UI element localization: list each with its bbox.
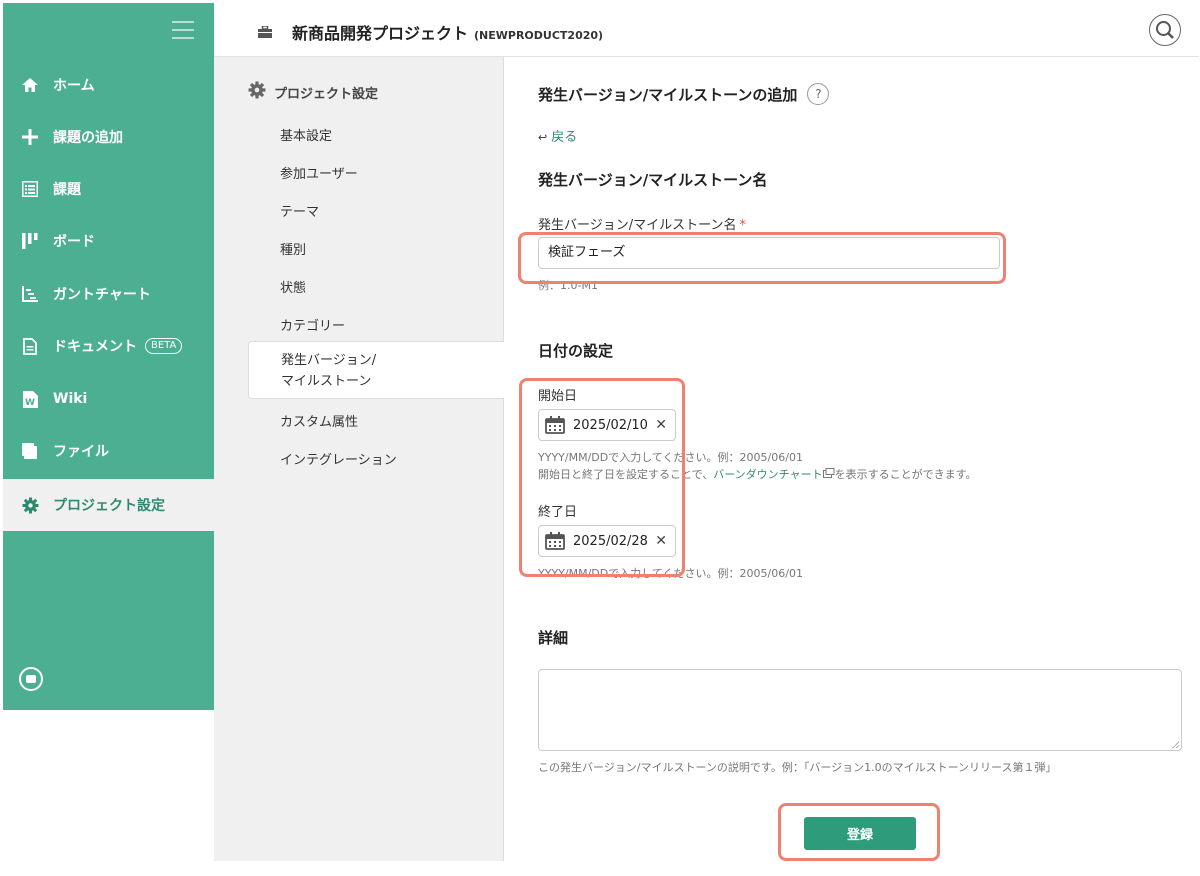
main-form: 発生バージョン/マイルストーンの追加 ? ↩ 戻る 発生バージョン/マイルストーン… <box>504 57 1199 861</box>
submenu-item-users[interactable]: 参加ユーザー <box>280 163 358 182</box>
project-title: 新商品開発プロジェクト (NEWPRODUCT2020) <box>292 20 603 44</box>
detail-textarea[interactable] <box>538 669 1182 751</box>
milestone-name-input[interactable]: 検証フェーズ <box>538 237 1000 269</box>
burndown-hint-post: を表示することができます。 <box>834 468 977 481</box>
nav-item-home[interactable]: ホーム <box>3 59 214 111</box>
nav-item-board[interactable]: ボード <box>3 215 214 267</box>
submenu-item-milestone-line2: マイルストーン <box>281 374 372 389</box>
detail-hint: この発生バージョン/マイルストーンの説明です。例：「バージョン1.0のマイルスト… <box>538 761 1057 774</box>
submenu-item-category[interactable]: カテゴリー <box>280 315 345 334</box>
submenu-item-theme[interactable]: テーマ <box>280 201 319 220</box>
nav-item-label: ファイル <box>53 444 109 460</box>
briefcase-icon <box>258 23 272 38</box>
project-key: (NEWPRODUCT2020) <box>474 29 604 42</box>
nav-item-gantt[interactable]: ガントチャート <box>3 268 214 320</box>
register-button[interactable]: 登録 <box>804 817 916 850</box>
name-hint: 例：1.0-M1 <box>538 279 598 292</box>
end-date-label: 終了日 <box>538 505 578 520</box>
submenu-item-integration[interactable]: インテグレーション <box>280 449 397 468</box>
start-date-input[interactable]: 2025/02/10 ✕ <box>538 409 676 441</box>
calendar-icon <box>545 532 565 550</box>
hamburger-menu-icon[interactable] <box>172 21 194 39</box>
clear-end-date-icon[interactable]: ✕ <box>655 533 667 549</box>
left-nav: ホーム 課題の追加 課題 ボード ガントチャート ドキュメント BETA W W… <box>3 3 214 710</box>
submenu-item-basic[interactable]: 基本設定 <box>280 125 332 144</box>
required-mark: * <box>739 218 746 233</box>
nav-item-label: ボード <box>53 234 95 250</box>
burndown-chart-link[interactable]: バーンダウンチャート <box>713 468 822 481</box>
chat-icon[interactable] <box>19 667 43 691</box>
start-date-hint: YYYY/MM/DDで入力してください。例：2005/06/01 <box>538 451 803 464</box>
nav-item-label: ドキュメント <box>53 339 137 355</box>
gantt-icon <box>20 284 40 304</box>
help-icon[interactable]: ? <box>807 83 830 105</box>
nav-item-label: Wiki <box>53 391 88 407</box>
gear-icon <box>20 495 40 515</box>
header: 新商品開発プロジェクト (NEWPRODUCT2020) <box>214 3 1199 57</box>
settings-submenu: プロジェクト設定 基本設定 参加ユーザー テーマ 種別 状態 カテゴリー 発生バ… <box>214 57 505 861</box>
name-section-heading: 発生バージョン/マイルストーン名 <box>538 171 768 189</box>
home-icon <box>20 75 40 95</box>
page-title-text: 発生バージョン/マイルストーンの追加 <box>538 85 798 104</box>
start-date-value: 2025/02/10 <box>573 417 648 433</box>
nav-item-label: ガントチャート <box>53 287 151 303</box>
page-title: 発生バージョン/マイルストーンの追加 ? <box>538 83 830 105</box>
svg-text:W: W <box>25 398 35 408</box>
beta-badge: BETA <box>145 338 183 354</box>
submenu-item-status[interactable]: 状態 <box>280 277 306 296</box>
nav-item-label: 課題の追加 <box>53 130 123 146</box>
plus-icon <box>20 127 40 147</box>
back-link-label: 戻る <box>551 130 578 145</box>
document-icon <box>20 336 40 356</box>
burndown-hint-pre: 開始日と終了日を設定することで、 <box>538 468 714 481</box>
nav-item-project-settings[interactable]: プロジェクト設定 <box>3 479 214 531</box>
nav-item-label: 課題 <box>53 182 81 198</box>
name-label-text: 発生バージョン/マイルストーン名 <box>538 218 737 233</box>
nav-item-add-issue[interactable]: 課題の追加 <box>3 111 214 163</box>
clear-start-date-icon[interactable]: ✕ <box>655 417 667 433</box>
nav-item-wiki[interactable]: W Wiki <box>3 373 214 425</box>
burndown-hint: 開始日と終了日を設定することで、バーンダウンチャート を表示することができます。 <box>538 466 976 482</box>
resize-handle-icon[interactable] <box>1172 741 1179 748</box>
submenu-title-label: プロジェクト設定 <box>274 86 379 102</box>
back-arrow-icon: ↩ <box>538 131 548 144</box>
submenu-item-custom-fields[interactable]: カスタム属性 <box>280 411 358 430</box>
submenu-item-milestone[interactable]: 発生バージョン/ マイルストーン <box>248 341 505 399</box>
list-icon <box>20 179 40 199</box>
submenu-item-milestone-line1: 発生バージョン/ <box>281 353 377 368</box>
nav-item-issues[interactable]: 課題 <box>3 163 214 215</box>
calendar-icon <box>545 416 565 434</box>
detail-section-heading: 詳細 <box>538 629 569 647</box>
back-link[interactable]: ↩ 戻る <box>538 126 577 145</box>
search-icon[interactable] <box>1149 14 1181 46</box>
name-label: 発生バージョン/マイルストーン名 * <box>538 214 746 233</box>
submenu-item-type[interactable]: 種別 <box>280 239 306 258</box>
submenu-title: プロジェクト設定 <box>248 81 378 103</box>
wiki-icon: W <box>20 389 40 409</box>
end-date-hint: YYYY/MM/DDで入力してください。例：2005/06/01 <box>538 567 803 580</box>
date-section-heading: 日付の設定 <box>538 342 614 360</box>
folder-icon <box>20 441 40 461</box>
external-window-icon <box>822 468 835 481</box>
nav-top <box>3 3 214 59</box>
gear-icon <box>248 81 266 103</box>
board-icon <box>20 231 40 251</box>
nav-item-label: プロジェクト設定 <box>53 498 165 514</box>
nav-item-label: ホーム <box>53 78 95 94</box>
nav-item-documents[interactable]: ドキュメント BETA <box>3 320 214 372</box>
nav-item-files[interactable]: ファイル <box>3 425 214 477</box>
end-date-value: 2025/02/28 <box>573 533 648 549</box>
start-date-label: 開始日 <box>538 389 578 404</box>
end-date-input[interactable]: 2025/02/28 ✕ <box>538 525 676 557</box>
app-window: ホーム 課題の追加 課題 ボード ガントチャート ドキュメント BETA W W… <box>3 3 1199 861</box>
project-name: 新商品開発プロジェクト <box>292 24 469 43</box>
